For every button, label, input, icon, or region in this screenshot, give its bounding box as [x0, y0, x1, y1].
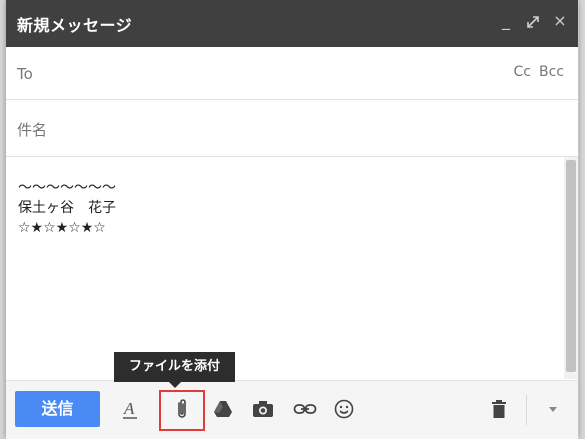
close-icon[interactable]: × [552, 10, 568, 32]
send-button[interactable]: 送信 [15, 391, 100, 427]
more-options-icon[interactable] [546, 397, 560, 421]
to-field[interactable]: To Cc Bcc [6, 47, 578, 100]
background-right [579, 0, 585, 439]
message-body[interactable]: ～～～～～～～ 保土ヶ谷 花子 ☆★☆★☆★☆ [18, 178, 558, 238]
tooltip-arrow [169, 382, 181, 388]
toolbar-separator [526, 395, 527, 425]
subject-placeholder: 件名 [17, 121, 48, 139]
body-line: ～～～～～～～ [18, 180, 116, 196]
expand-icon[interactable] [525, 10, 541, 32]
cc-bcc-links: Cc Bcc [514, 64, 564, 80]
drive-icon[interactable] [212, 397, 234, 421]
attach-tooltip: ファイルを添付 [114, 352, 235, 382]
compose-title: 新規メッセージ [17, 16, 133, 35]
compose-toolbar: 送信 A [6, 380, 578, 439]
to-label: To [17, 65, 33, 83]
cc-link[interactable]: Cc [514, 64, 531, 80]
trash-icon[interactable] [489, 397, 509, 421]
link-icon[interactable] [292, 397, 318, 421]
compose-titlebar[interactable]: 新規メッセージ _ × [6, 0, 578, 47]
subject-field[interactable]: 件名 [6, 100, 578, 157]
window-controls: _ × [498, 10, 568, 32]
body-line: 保土ヶ谷 花子 [18, 200, 116, 216]
svg-text:A: A [123, 399, 135, 418]
minimize-icon[interactable]: _ [498, 10, 514, 32]
photo-icon[interactable] [251, 397, 275, 421]
paperclip-icon[interactable] [172, 397, 192, 421]
body-line: ☆★☆★☆★☆ [18, 220, 106, 236]
bcc-link[interactable]: Bcc [539, 64, 564, 80]
text-format-icon[interactable]: A [120, 397, 140, 421]
emoji-icon[interactable] [333, 397, 355, 421]
compose-window: 新規メッセージ _ × To Cc Bcc 件名 ～～～～～～～ 保土ヶ谷 花子… [6, 0, 578, 439]
scrollbar-thumb[interactable] [566, 160, 576, 372]
